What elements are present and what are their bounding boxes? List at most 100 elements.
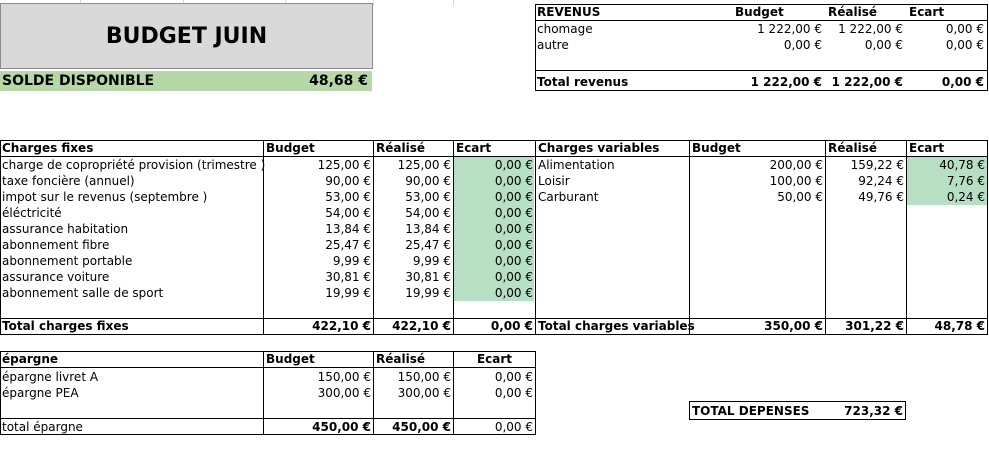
fixes-row-realise[interactable]: 53,00 € xyxy=(374,189,453,205)
divider xyxy=(535,70,988,71)
fixes-row-ecart[interactable]: 0,00 € xyxy=(454,205,535,221)
variables-total-realise[interactable]: 301,22 € xyxy=(826,318,906,334)
epargne-total-label: total épargne xyxy=(2,420,83,434)
fixes-row-realise[interactable]: 90,00 € xyxy=(374,173,453,189)
fixes-row-budget[interactable]: 54,00 € xyxy=(264,205,373,221)
divider xyxy=(0,367,536,368)
fixes-row-realise[interactable]: 125,00 € xyxy=(374,157,453,173)
epargne-realise-header: Réalisé xyxy=(376,352,425,366)
fixes-row-budget[interactable]: 125,00 € xyxy=(264,157,373,173)
variables-row-budget[interactable]: 50,00 € xyxy=(690,189,825,205)
revenus-row-realise[interactable]: 0,00 € xyxy=(790,37,905,53)
total-depenses-box[interactable]: TOTAL DEPENSES 723,32 € xyxy=(689,401,906,420)
title-banner[interactable]: BUDGET JUIN xyxy=(0,3,373,69)
epargne-row-realise[interactable]: 300,00 € xyxy=(374,385,453,401)
epargne-total-budget[interactable]: 450,00 € xyxy=(264,419,373,435)
solde-label: SOLDE DISPONIBLE xyxy=(2,73,155,89)
epargne-row-budget[interactable]: 150,00 € xyxy=(264,369,373,385)
epargne-total-ecart[interactable]: 0,00 € xyxy=(454,419,535,435)
revenus-ecart-header: Ecart xyxy=(909,5,945,19)
revenus-row-ecart[interactable]: 0,00 € xyxy=(900,37,986,53)
revenus-row-label[interactable]: autre xyxy=(535,37,571,53)
gridline xyxy=(373,0,374,6)
epargne-ecart-header: Ecart xyxy=(476,352,513,366)
fixes-row-realise[interactable]: 9,99 € xyxy=(374,253,453,269)
fixes-row-realise[interactable]: 54,00 € xyxy=(374,205,453,221)
fixes-row-label[interactable]: assurance habitation xyxy=(0,221,130,237)
variables-row-realise[interactable]: 92,24 € xyxy=(826,173,906,189)
fixes-row-ecart[interactable]: 0,00 € xyxy=(454,285,535,301)
fixes-row-budget[interactable]: 19,99 € xyxy=(264,285,373,301)
fixes-row-label[interactable]: impot sur le revenus (septembre ) xyxy=(0,189,209,205)
variables-row-ecart[interactable]: 0,24 € xyxy=(907,189,987,205)
fixes-row-budget[interactable]: 90,00 € xyxy=(264,173,373,189)
variables-row-realise[interactable]: 159,22 € xyxy=(826,157,906,173)
fixes-row-ecart[interactable]: 0,00 € xyxy=(454,253,535,269)
fixes-row-budget[interactable]: 9,99 € xyxy=(264,253,373,269)
revenus-budget-header: Budget xyxy=(735,5,784,19)
revenus-total-label: Total revenus xyxy=(537,75,629,89)
fixes-row-ecart[interactable]: 0,00 € xyxy=(454,173,535,189)
fixes-row-budget[interactable]: 13,84 € xyxy=(264,221,373,237)
fixes-row-label[interactable]: abonnement salle de sport xyxy=(0,285,165,301)
fixes-row-ecart[interactable]: 0,00 € xyxy=(454,269,535,285)
revenus-row-ecart[interactable]: 0,00 € xyxy=(900,21,986,37)
fixes-row-ecart[interactable]: 0,00 € xyxy=(454,157,535,173)
epargne-row-budget[interactable]: 300,00 € xyxy=(264,385,373,401)
fixes-row-realise[interactable]: 19,99 € xyxy=(374,285,453,301)
total-depenses-value: 723,32 € xyxy=(844,404,903,418)
fixes-row-ecart[interactable]: 0,00 € xyxy=(454,221,535,237)
fixes-budget-header: Budget xyxy=(266,141,315,155)
epargne-row-label[interactable]: épargne PEA xyxy=(0,385,81,401)
fixes-realise-header: Réalisé xyxy=(376,141,425,155)
page-title: BUDGET JUIN xyxy=(105,23,268,49)
fixes-row-ecart[interactable]: 0,00 € xyxy=(454,189,535,205)
variables-row-label[interactable]: Loisir xyxy=(536,173,572,189)
epargne-header: épargne xyxy=(2,352,59,366)
fixes-row-realise[interactable]: 13,84 € xyxy=(374,221,453,237)
fixes-row-realise[interactable]: 25,47 € xyxy=(374,237,453,253)
variables-total-ecart[interactable]: 48,78 € xyxy=(907,318,987,334)
variables-row-ecart[interactable]: 7,76 € xyxy=(907,173,987,189)
variables-row-realise[interactable]: 49,76 € xyxy=(826,189,906,205)
fixes-row-label[interactable]: taxe foncière (annuel) xyxy=(0,173,137,189)
fixes-row-budget[interactable]: 30,81 € xyxy=(264,269,373,285)
variables-row-label[interactable]: Alimentation xyxy=(536,157,617,173)
revenus-row-label[interactable]: chomage xyxy=(535,21,595,37)
fixes-row-label[interactable]: éléctricité xyxy=(0,205,64,221)
solde-value: 48,68 € xyxy=(309,73,368,89)
fixes-row-budget[interactable]: 25,47 € xyxy=(264,237,373,253)
fixes-row-label[interactable]: charge de copropriété provision (trimest… xyxy=(0,157,267,173)
fixes-row-label[interactable]: abonnement fibre xyxy=(0,237,111,253)
fixes-row-ecart[interactable]: 0,00 € xyxy=(454,237,535,253)
fixes-header: Charges fixes xyxy=(2,141,94,155)
solde-row[interactable]: SOLDE DISPONIBLE 48,68 € xyxy=(0,71,372,91)
variables-total-budget[interactable]: 350,00 € xyxy=(690,318,825,334)
fixes-total-budget[interactable]: 422,10 € xyxy=(264,318,373,334)
fixes-row-label[interactable]: abonnement portable xyxy=(0,253,134,269)
revenus-row-realise[interactable]: 1 222,00 € xyxy=(790,21,905,37)
fixes-total-label: Total charges fixes xyxy=(2,319,129,333)
variables-row-budget[interactable]: 200,00 € xyxy=(690,157,825,173)
fixes-row-realise[interactable]: 30,81 € xyxy=(374,269,453,285)
fixes-row-label[interactable]: assurance voiture xyxy=(0,269,111,285)
variables-ecart-header: Ecart xyxy=(909,141,945,155)
variables-budget-header: Budget xyxy=(692,141,741,155)
fixes-total-ecart[interactable]: 0,00 € xyxy=(454,318,535,334)
epargne-row-ecart[interactable]: 0,00 € xyxy=(454,369,535,385)
variables-row-label[interactable]: Carburant xyxy=(536,189,601,205)
revenus-realise-header: Réalisé xyxy=(828,5,877,19)
epargne-total-realise[interactable]: 450,00 € xyxy=(374,419,453,435)
variables-total-label: Total charges variables xyxy=(538,319,695,333)
variables-row-budget[interactable]: 100,00 € xyxy=(690,173,825,189)
revenus-total-ecart[interactable]: 0,00 € xyxy=(900,74,986,90)
fixes-row-budget[interactable]: 53,00 € xyxy=(264,189,373,205)
epargne-budget-header: Budget xyxy=(266,352,315,366)
variables-row-ecart[interactable]: 40,78 € xyxy=(907,157,987,173)
epargne-row-realise[interactable]: 150,00 € xyxy=(374,369,453,385)
fixes-total-realise[interactable]: 422,10 € xyxy=(374,318,453,334)
epargne-row-label[interactable]: épargne livret A xyxy=(0,369,100,385)
revenus-total-realise[interactable]: 1 222,00 € xyxy=(790,74,905,90)
variables-header: Charges variables xyxy=(538,141,660,155)
epargne-row-ecart[interactable]: 0,00 € xyxy=(454,385,535,401)
